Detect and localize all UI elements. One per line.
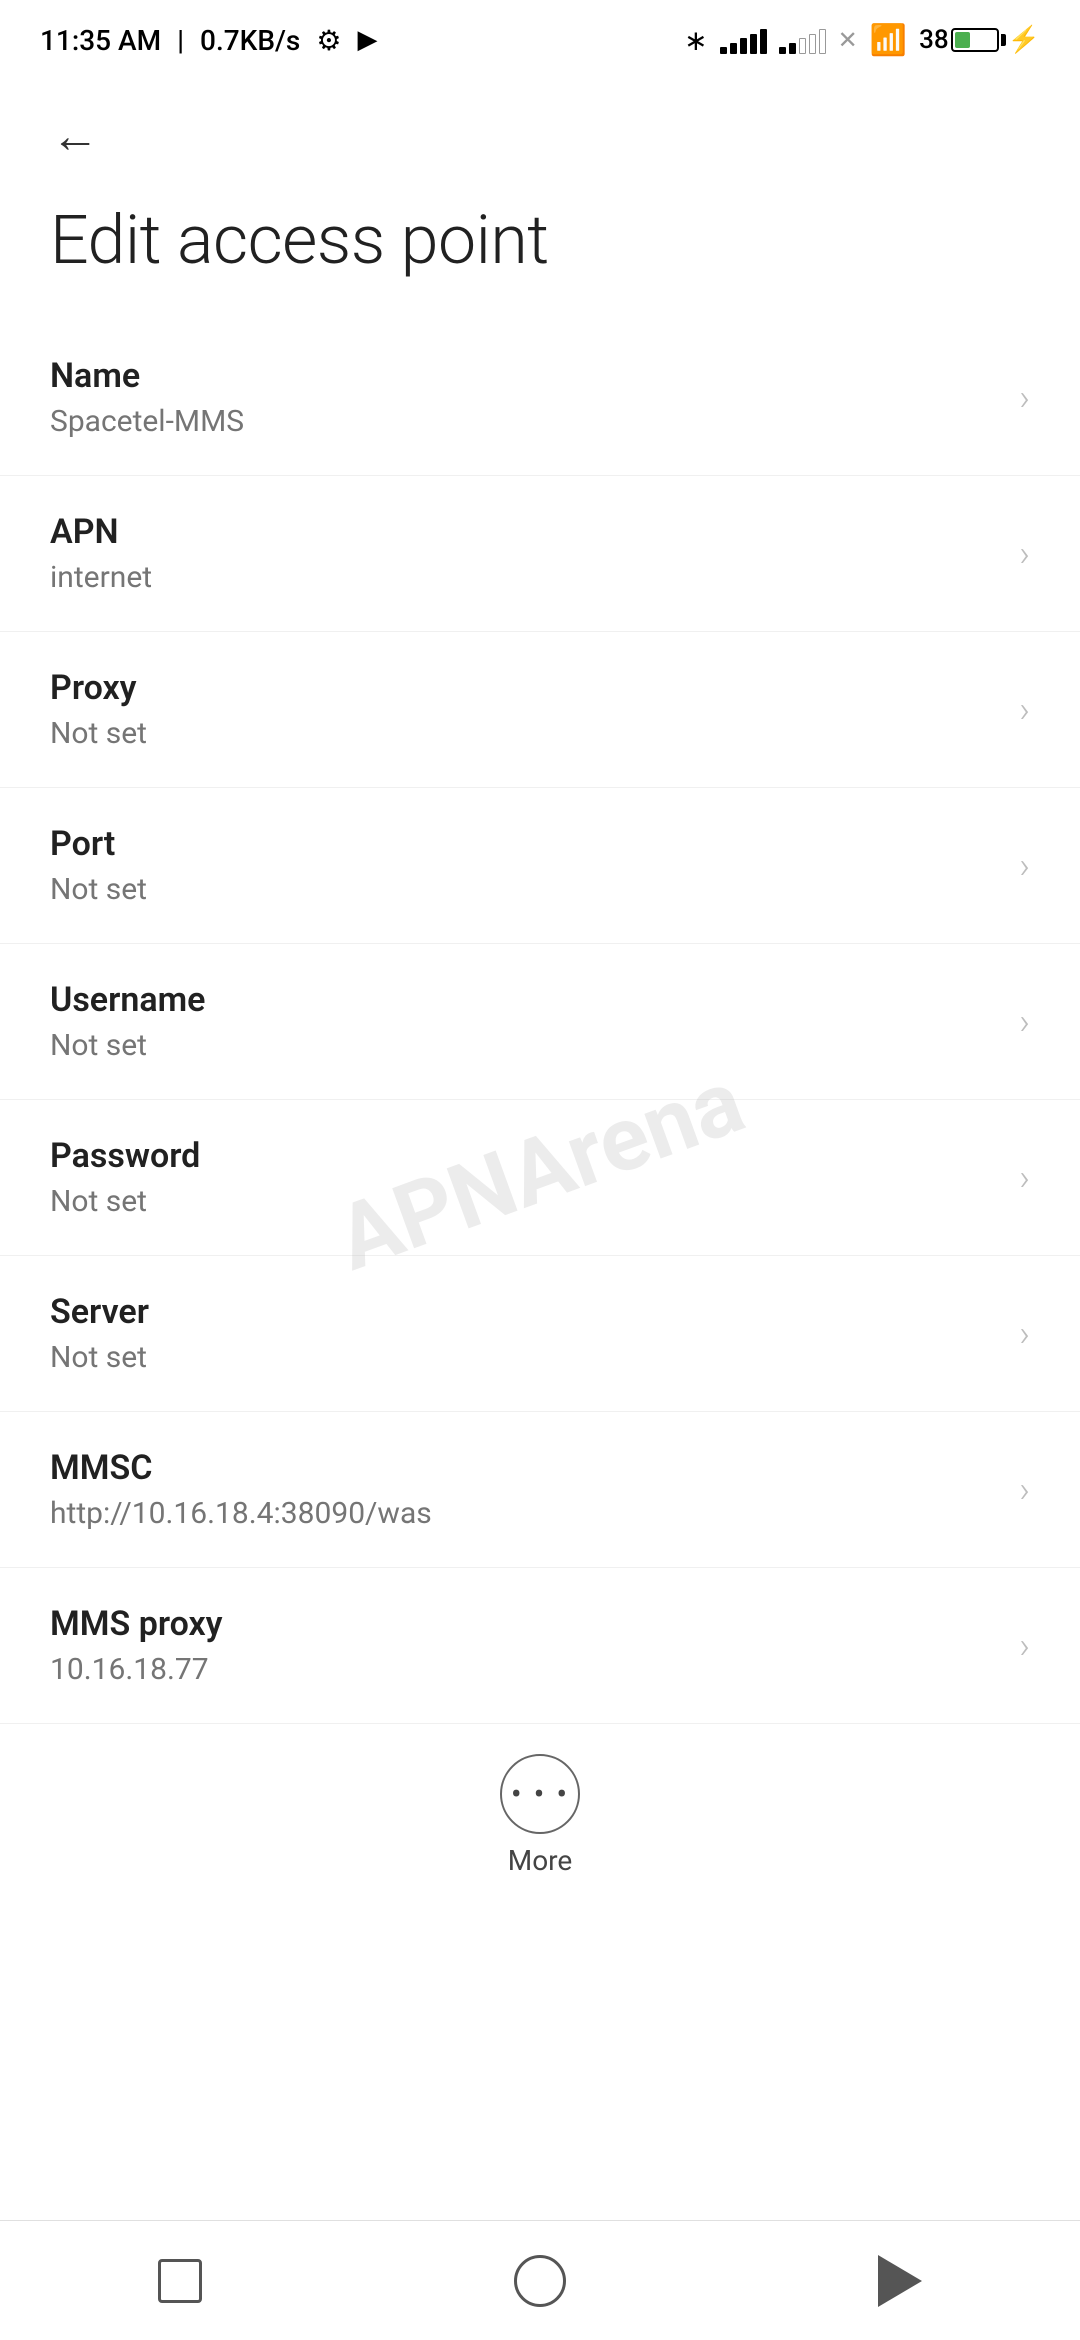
settings-item-apn[interactable]: APN internet › (0, 476, 1080, 632)
settings-item-value-password: Not set (50, 1184, 1019, 1219)
settings-item-name[interactable]: Name Spacetel-MMS › (0, 320, 1080, 476)
no-signal-icon: ✕ (838, 26, 858, 54)
battery-body (951, 28, 999, 52)
chevron-right-icon: › (1019, 1625, 1030, 1667)
bottom-nav-bar (0, 2220, 1080, 2340)
settings-item-server[interactable]: Server Not set › (0, 1256, 1080, 1412)
status-speed: 0.7KB/s (200, 24, 300, 57)
chevron-right-icon: › (1019, 377, 1030, 419)
settings-item-port[interactable]: Port Not set › (0, 788, 1080, 944)
chevron-right-icon: › (1019, 533, 1030, 575)
square-icon (158, 2259, 202, 2303)
chevron-right-icon: › (1019, 1313, 1030, 1355)
signal-bar (760, 29, 767, 54)
settings-item-title-port: Port (50, 824, 1019, 864)
settings-item-value-mms-proxy: 10.16.18.77 (50, 1652, 1019, 1687)
back-nav-button[interactable] (855, 2236, 945, 2326)
signal-bar-empty (819, 29, 826, 54)
battery-fill (955, 32, 970, 48)
signal-bar-empty (809, 34, 816, 54)
signal-bar (740, 38, 747, 54)
more-section: • • • More (0, 1724, 1080, 1897)
chevron-right-icon: › (1019, 1469, 1030, 1511)
recent-apps-button[interactable] (135, 2236, 225, 2326)
settings-item-content-name: Name Spacetel-MMS (50, 356, 1019, 439)
status-right: ∗ ✕ 📶 38 ⚡ (684, 23, 1040, 58)
status-left: 11:35 AM | 0.7KB/s ⚙ ▶ (40, 24, 377, 57)
home-circle-icon (514, 2255, 566, 2307)
settings-item-value-proxy: Not set (50, 716, 1019, 751)
back-arrow-icon: ← (51, 107, 99, 164)
back-triangle-icon (878, 2255, 922, 2307)
settings-item-title-server: Server (50, 1292, 1019, 1332)
settings-item-mmsc[interactable]: MMSC http://10.16.18.4:38090/was › (0, 1412, 1080, 1568)
signal-bar (720, 47, 727, 54)
settings-item-title-username: Username (50, 980, 1019, 1020)
camera-icon: ▶ (357, 25, 377, 55)
settings-item-title-name: Name (50, 356, 1019, 396)
more-button[interactable]: • • • More (500, 1754, 580, 1877)
wifi-icon: 📶 (870, 23, 907, 58)
chevron-right-icon: › (1019, 845, 1030, 887)
home-button[interactable] (495, 2236, 585, 2326)
settings-item-proxy[interactable]: Proxy Not set › (0, 632, 1080, 788)
signal-bar (779, 47, 786, 54)
status-time: 11:35 AM (40, 24, 161, 57)
battery-indicator: 38 ⚡ (919, 25, 1040, 55)
settings-item-title-mms-proxy: MMS proxy (50, 1604, 1019, 1644)
settings-item-content-password: Password Not set (50, 1136, 1019, 1219)
battery-tip (1001, 34, 1006, 46)
top-nav: ← (0, 80, 1080, 180)
settings-item-content-port: Port Not set (50, 824, 1019, 907)
page-title: Edit access point (0, 180, 1080, 320)
settings-item-password[interactable]: Password Not set › (0, 1100, 1080, 1256)
settings-item-content-apn: APN internet (50, 512, 1019, 595)
settings-list: Name Spacetel-MMS › APN internet › Proxy… (0, 320, 1080, 1724)
chevron-right-icon: › (1019, 689, 1030, 731)
back-button[interactable]: ← (40, 100, 110, 170)
more-dots-icon: • • • (511, 1775, 569, 1813)
chevron-right-icon: › (1019, 1157, 1030, 1199)
signal-bar-empty (799, 38, 806, 54)
settings-item-username[interactable]: Username Not set › (0, 944, 1080, 1100)
settings-item-title-password: Password (50, 1136, 1019, 1176)
settings-item-value-server: Not set (50, 1340, 1019, 1375)
signal-bar (789, 43, 796, 54)
settings-item-content-proxy: Proxy Not set (50, 668, 1019, 751)
status-bar: 11:35 AM | 0.7KB/s ⚙ ▶ ∗ ✕ 📶 38 (0, 0, 1080, 80)
status-separator: | (177, 24, 184, 57)
settings-item-value-mmsc: http://10.16.18.4:38090/was (50, 1496, 1019, 1531)
signal-bar (730, 43, 737, 54)
settings-item-title-proxy: Proxy (50, 668, 1019, 708)
settings-item-value-port: Not set (50, 872, 1019, 907)
settings-item-content-mms-proxy: MMS proxy 10.16.18.77 (50, 1604, 1019, 1687)
settings-item-content-mmsc: MMSC http://10.16.18.4:38090/was (50, 1448, 1019, 1531)
settings-item-content-server: Server Not set (50, 1292, 1019, 1375)
settings-icon: ⚙ (316, 24, 341, 57)
more-icon: • • • (500, 1754, 580, 1834)
settings-item-content-username: Username Not set (50, 980, 1019, 1063)
signal-bars-2 (779, 26, 826, 54)
signal-bars-1 (720, 26, 767, 54)
settings-item-value-username: Not set (50, 1028, 1019, 1063)
settings-item-value-name: Spacetel-MMS (50, 404, 1019, 439)
more-label: More (508, 1844, 573, 1877)
bluetooth-icon: ∗ (684, 24, 707, 57)
signal-bar (750, 34, 757, 54)
settings-item-value-apn: internet (50, 560, 1019, 595)
settings-item-mms-proxy[interactable]: MMS proxy 10.16.18.77 › (0, 1568, 1080, 1724)
settings-item-title-mmsc: MMSC (50, 1448, 1019, 1488)
settings-item-title-apn: APN (50, 512, 1019, 552)
chevron-right-icon: › (1019, 1001, 1030, 1043)
